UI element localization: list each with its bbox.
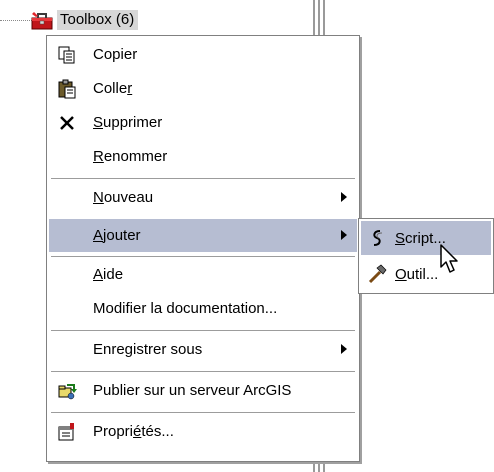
menu-item-label: Nouveau: [93, 189, 154, 206]
screen: Toolbox (6) Copier Coller Supprimer Reno…: [0, 0, 494, 472]
menu-item-add[interactable]: Ajouter: [49, 219, 357, 252]
menu-item-rename[interactable]: Renommer: [49, 140, 357, 173]
menu-item-help[interactable]: Aide: [49, 258, 357, 291]
menu-item-label: Ajouter: [93, 227, 141, 244]
menu-item-label: Supprimer: [93, 114, 163, 131]
hammer-icon: [367, 264, 387, 284]
mouse-cursor-icon: [440, 244, 458, 273]
menu-item-label: Copier: [93, 46, 138, 63]
menu-separator: [51, 371, 355, 372]
script-icon: [367, 228, 387, 248]
toolbox-icon: [31, 12, 53, 30]
tree-node-toolbox[interactable]: Toolbox (6): [30, 7, 139, 33]
menu-item-label: Modifier la documentation...: [93, 300, 278, 317]
submenu-item-label: Outil...: [395, 265, 439, 283]
menu-item-save-as[interactable]: Enregistrer sous: [49, 333, 357, 366]
menu-item-new[interactable]: Nouveau: [49, 181, 357, 214]
menu-item-label: Propriétés...: [93, 423, 174, 440]
menu-separator: [51, 412, 355, 413]
paste-icon: [57, 79, 77, 99]
properties-icon: [57, 422, 77, 442]
tree-node-label: Toolbox (6): [57, 10, 139, 30]
menu-item-delete[interactable]: Supprimer: [49, 106, 357, 139]
copy-icon: [57, 45, 77, 65]
splitter-handle[interactable]: [313, 0, 325, 38]
menu-item-copy[interactable]: Copier: [49, 38, 357, 71]
submenu-arrow-icon: [341, 230, 347, 240]
menu-item-label: Aide: [93, 266, 124, 283]
tree-connector: [0, 20, 32, 21]
menu-item-label: Coller: [93, 80, 133, 97]
menu-separator: [51, 256, 355, 257]
menu-item-publish[interactable]: Publier sur un serveur ArcGIS: [49, 374, 357, 407]
submenu-arrow-icon: [341, 344, 347, 354]
menu-item-label: Publier sur un serveur ArcGIS: [93, 382, 292, 399]
menu-item-paste[interactable]: Coller: [49, 72, 357, 105]
splitter-handle-bottom[interactable]: [313, 462, 325, 472]
menu-item-label: Enregistrer sous: [93, 341, 203, 358]
menu-item-label: Renommer: [93, 148, 168, 165]
submenu-arrow-icon: [341, 192, 347, 202]
submenu-item-label: Script...: [395, 229, 446, 247]
submenu-item-tool[interactable]: Outil...: [361, 257, 491, 291]
menu-separator: [51, 330, 355, 331]
menu-item-edit-documentation[interactable]: Modifier la documentation...: [49, 292, 357, 325]
menu-item-properties[interactable]: Propriétés...: [49, 415, 357, 448]
submenu-add: Script... Outil...: [358, 218, 494, 294]
menu-separator: [51, 178, 355, 179]
delete-icon: [57, 113, 77, 133]
publish-icon: [57, 381, 77, 401]
context-menu: Copier Coller Supprimer Renommer Nouveau…: [46, 35, 360, 462]
submenu-item-script[interactable]: Script...: [361, 221, 491, 255]
